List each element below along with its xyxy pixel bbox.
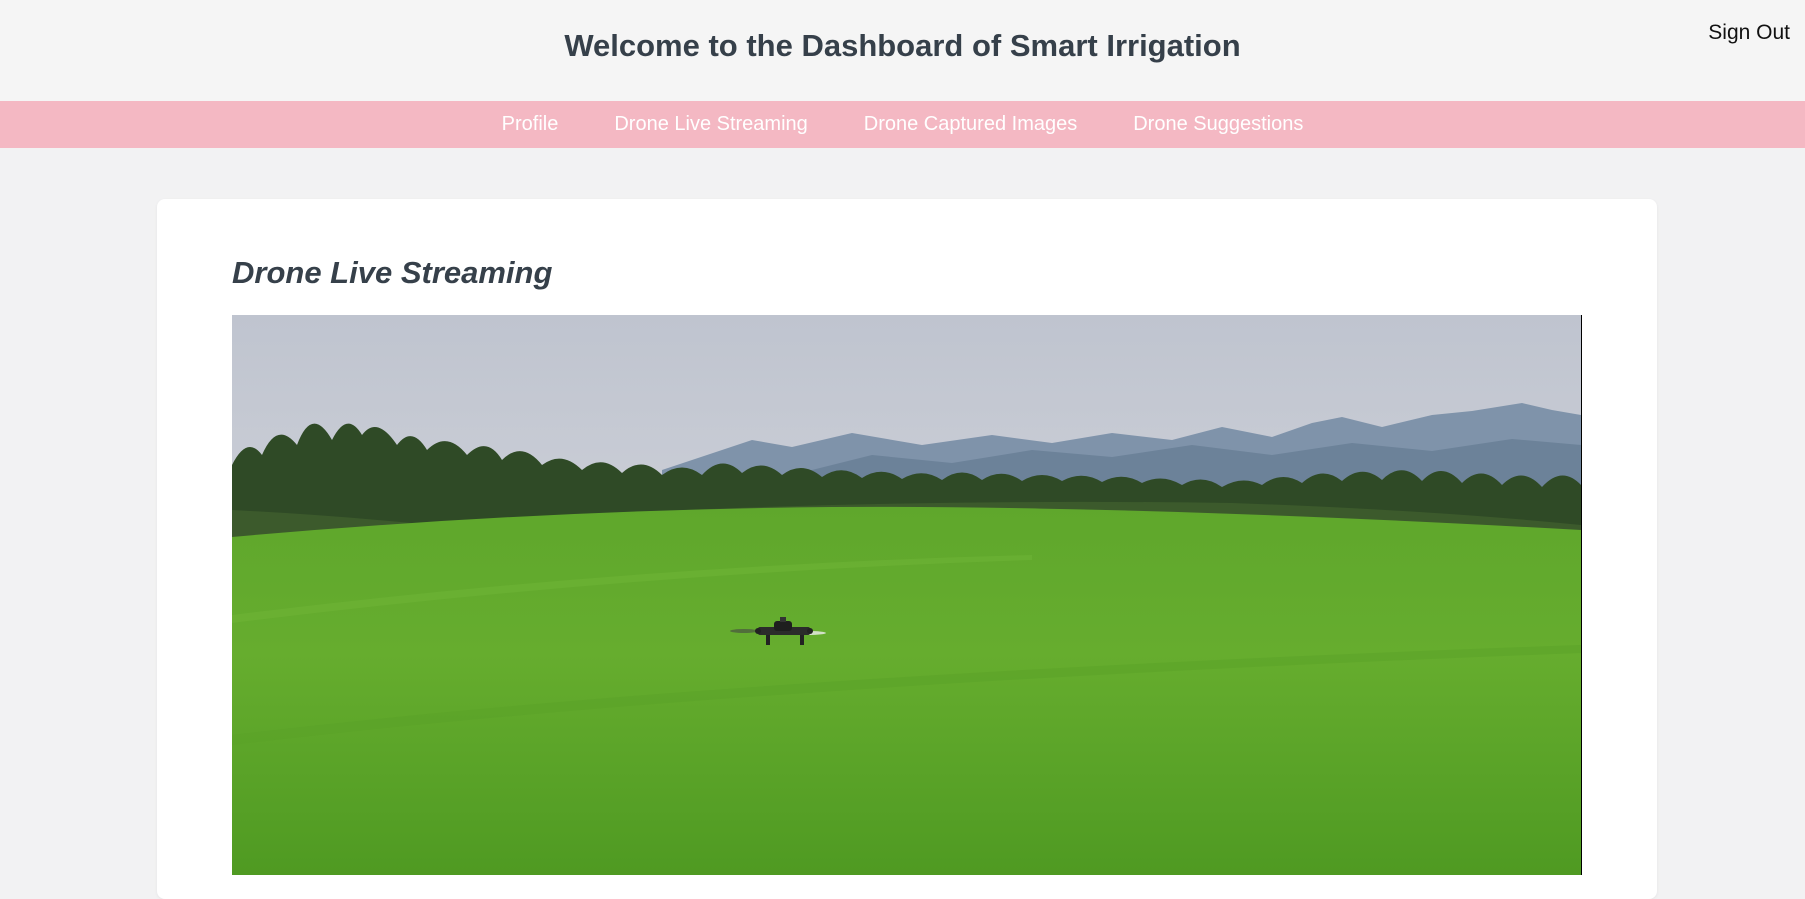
nav-item-drone-live-streaming[interactable]: Drone Live Streaming [614, 113, 807, 136]
sign-out-link[interactable]: Sign Out [1708, 21, 1790, 45]
drone-over-green-field-icon [232, 315, 1581, 875]
content-card: Drone Live Streaming [157, 199, 1657, 899]
nav-item-drone-captured-images[interactable]: Drone Captured Images [864, 113, 1077, 136]
page-title: Welcome to the Dashboard of Smart Irriga… [564, 28, 1241, 63]
nav-item-drone-suggestions[interactable]: Drone Suggestions [1133, 113, 1303, 136]
section-title: Drone Live Streaming [232, 255, 553, 290]
main-nav: Profile Drone Live Streaming Drone Captu… [0, 101, 1805, 148]
header: Welcome to the Dashboard of Smart Irriga… [0, 0, 1805, 101]
live-stream-video[interactable] [232, 315, 1582, 875]
nav-item-profile[interactable]: Profile [502, 113, 559, 136]
